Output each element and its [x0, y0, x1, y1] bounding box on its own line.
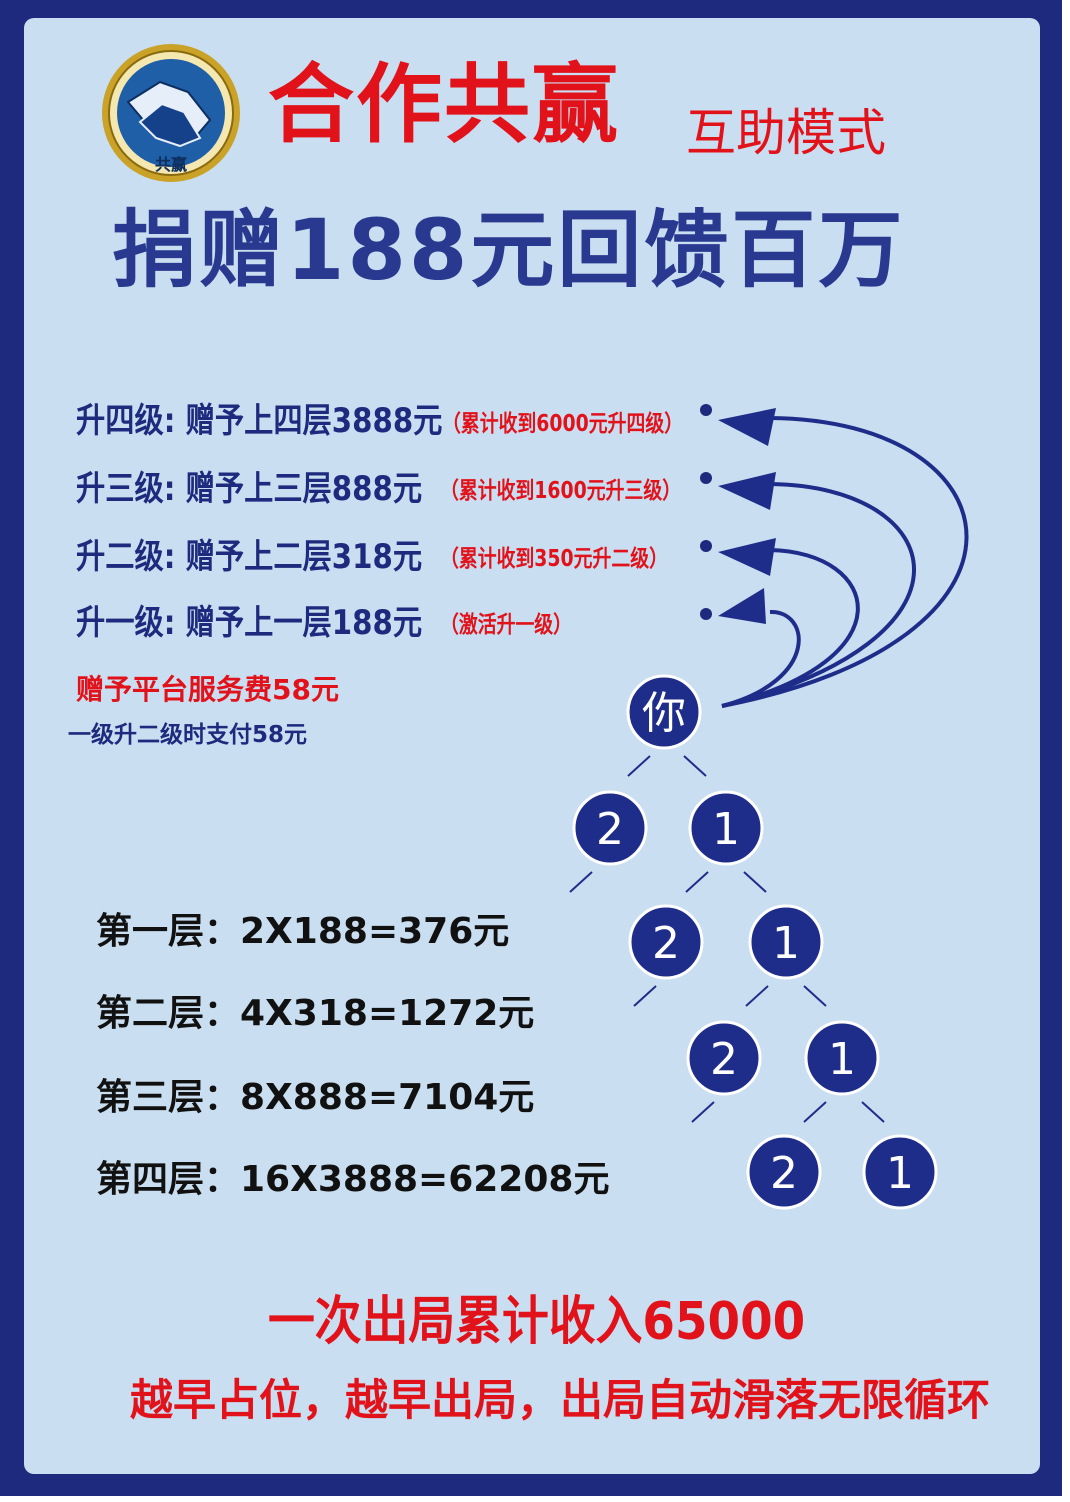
arrowhead-level-1	[718, 588, 766, 624]
level-1-dot	[700, 608, 712, 620]
tree-node-l1-right-label: 1	[712, 804, 740, 855]
arrowhead-level-3	[718, 472, 776, 510]
tree-node-l3-right-label: 1	[828, 1034, 856, 1085]
tree-node-l3-left-label: 2	[710, 1034, 738, 1085]
tree-node-l2-right-label: 1	[772, 918, 800, 969]
tree-node-root-label: 你	[642, 688, 686, 739]
arrow-to-level-3	[721, 482, 916, 708]
tree-node-l4-left-label: 2	[770, 1148, 798, 1199]
arrowhead-level-2	[718, 538, 776, 576]
total-income-text: 一次出局累计收入65000	[268, 1292, 806, 1352]
tree-node-l2-left-label: 2	[652, 918, 680, 969]
tree-node-l4-right-label: 1	[886, 1148, 914, 1199]
arrow-to-level-2	[721, 548, 860, 708]
slogan-text: 越早占位，越早出局，出局自动滑落无限循环	[130, 1376, 990, 1426]
tree-node-l1-left-label: 2	[596, 804, 624, 855]
referral-tree-diagram: 你 2 1 2 1 2 1 2 1	[569, 404, 969, 1210]
level-3-dot	[700, 472, 712, 484]
level-2-dot	[700, 540, 712, 552]
level-4-dot	[700, 404, 712, 416]
arrowhead-level-4	[718, 408, 776, 446]
